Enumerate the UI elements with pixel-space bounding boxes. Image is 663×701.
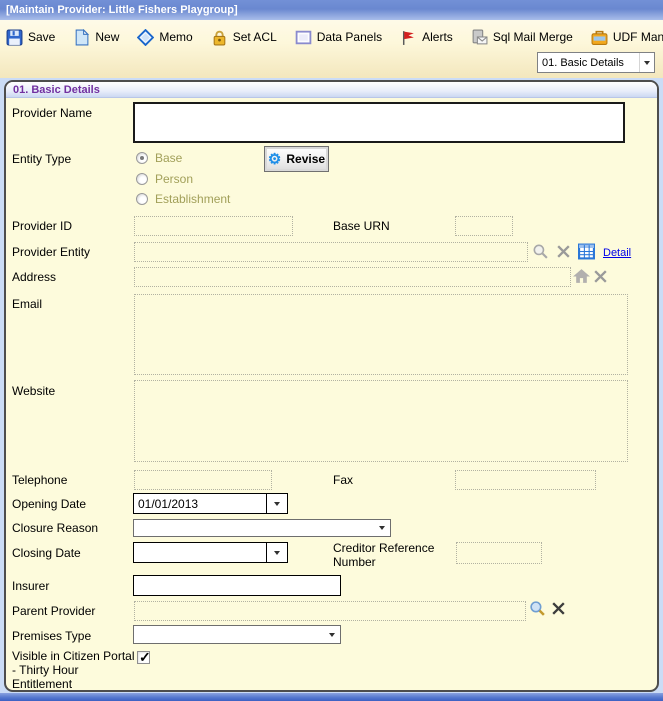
memo-button[interactable]: Memo — [135, 27, 194, 48]
radio-circle — [136, 173, 148, 185]
creditor-reference-number-label: Creditor Reference Number — [333, 541, 445, 569]
provider-name-input[interactable] — [133, 102, 625, 143]
udf-manager-label: UDF Manager — [613, 30, 663, 44]
radio-circle — [136, 193, 148, 205]
alert-flag-icon — [400, 29, 417, 46]
detail-link[interactable]: Detail — [603, 247, 631, 259]
chevron-down-icon — [324, 626, 340, 643]
memo-label: Memo — [159, 30, 192, 44]
revise-button[interactable]: ⚙ Revise — [264, 146, 329, 172]
website-field — [134, 380, 628, 462]
save-label: Save — [28, 30, 55, 44]
toolbar: Save New Memo Set ACL Data Panels — [4, 24, 663, 50]
visible-in-citizen-portal-checkbox[interactable] — [137, 651, 150, 664]
clear-icon[interactable] — [555, 243, 572, 260]
clear-parent-provider-icon[interactable] — [550, 600, 567, 617]
panel-body: Provider Name Entity Type Base Person Es… — [6, 98, 657, 689]
udf-manager-icon — [591, 29, 608, 46]
window-bottom-frame — [0, 693, 663, 701]
website-label: Website — [12, 384, 55, 398]
home-icon[interactable] — [573, 268, 590, 285]
memo-diamond-icon — [137, 29, 154, 46]
toolbar-area: Save New Memo Set ACL Data Panels — [0, 20, 663, 78]
panel-header: 01. Basic Details — [6, 82, 657, 98]
insurer-label: Insurer — [12, 579, 49, 593]
new-button[interactable]: New — [71, 27, 121, 48]
lock-icon — [211, 29, 228, 46]
data-panels-icon — [295, 29, 312, 46]
radio-establishment[interactable]: Establishment — [136, 192, 230, 206]
insurer-input[interactable] — [133, 575, 341, 596]
provider-entity-field — [134, 242, 528, 262]
closing-date-label: Closing Date — [12, 546, 81, 560]
provider-id-field — [134, 216, 293, 236]
save-icon — [6, 29, 23, 46]
set-acl-label: Set ACL — [233, 30, 277, 44]
gear-icon: ⚙ — [268, 152, 281, 167]
clear-address-icon[interactable] — [592, 268, 609, 285]
set-acl-button[interactable]: Set ACL — [209, 27, 279, 48]
premises-type-label: Premises Type — [12, 629, 91, 643]
provider-name-label: Provider Name — [12, 106, 92, 120]
parent-provider-label: Parent Provider — [12, 604, 95, 618]
data-panels-button[interactable]: Data Panels — [293, 27, 384, 48]
radio-base-label: Base — [155, 151, 182, 165]
alerts-label: Alerts — [422, 30, 453, 44]
sql-mail-merge-label: Sql Mail Merge — [493, 30, 573, 44]
fax-field — [455, 470, 596, 490]
provider-entity-label: Provider Entity — [12, 245, 90, 259]
revise-label: Revise — [286, 152, 325, 166]
closure-reason-select[interactable] — [133, 519, 391, 537]
panel-section-value: 01. Basic Details — [538, 57, 639, 69]
panel-title: 01. Basic Details — [13, 84, 100, 96]
radio-establishment-label: Establishment — [155, 192, 230, 206]
radio-base[interactable]: Base — [136, 151, 182, 165]
telephone-label: Telephone — [12, 473, 67, 487]
fax-label: Fax — [333, 473, 353, 487]
closing-date-select[interactable] — [133, 542, 288, 563]
chevron-down-icon — [374, 520, 390, 536]
basic-details-panel: 01. Basic Details Provider Name Entity T… — [4, 80, 659, 692]
closure-reason-label: Closure Reason — [12, 521, 98, 535]
radio-person[interactable]: Person — [136, 172, 193, 186]
base-urn-label: Base URN — [333, 219, 390, 233]
address-label: Address — [12, 270, 56, 284]
chevron-down-icon — [266, 494, 287, 513]
email-field — [134, 294, 628, 375]
new-document-icon — [73, 29, 90, 46]
chevron-down-icon — [266, 543, 287, 562]
data-panels-label: Data Panels — [317, 30, 382, 44]
telephone-field — [134, 470, 272, 490]
mail-merge-icon — [471, 29, 488, 46]
alerts-button[interactable]: Alerts — [398, 27, 455, 48]
base-urn-field — [455, 216, 513, 236]
window-titlebar: [Maintain Provider: Little Fishers Playg… — [0, 0, 663, 20]
premises-type-select[interactable] — [133, 625, 341, 644]
radio-circle — [136, 152, 148, 164]
table-lookup-icon[interactable] — [578, 243, 595, 260]
udf-manager-button[interactable]: UDF Manager — [589, 27, 663, 48]
opening-date-label: Opening Date — [12, 497, 86, 511]
chevron-down-icon — [639, 53, 654, 72]
search-icon[interactable] — [532, 243, 549, 260]
save-button[interactable]: Save — [4, 27, 57, 48]
creditor-reference-number-field — [456, 542, 542, 564]
visible-in-citizen-portal-label: Visible in Citizen Portal - Thirty Hour … — [12, 649, 138, 691]
opening-date-select[interactable]: 01/01/2013 — [133, 493, 288, 514]
new-label: New — [95, 30, 119, 44]
window-title: [Maintain Provider: Little Fishers Playg… — [6, 4, 238, 16]
search-parent-provider-icon[interactable] — [529, 600, 546, 617]
opening-date-value: 01/01/2013 — [134, 497, 266, 511]
address-field — [134, 267, 571, 287]
parent-provider-field — [134, 601, 526, 621]
panel-section-select[interactable]: 01. Basic Details — [537, 52, 655, 73]
email-label: Email — [12, 297, 42, 311]
entity-type-label: Entity Type — [12, 152, 71, 166]
provider-id-label: Provider ID — [12, 219, 72, 233]
radio-person-label: Person — [155, 172, 193, 186]
sql-mail-merge-button[interactable]: Sql Mail Merge — [469, 27, 575, 48]
